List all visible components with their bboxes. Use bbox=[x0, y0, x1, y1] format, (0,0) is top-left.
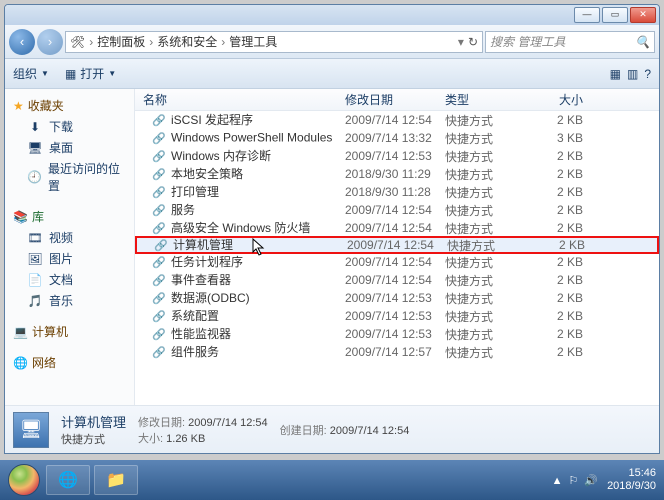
file-row[interactable]: 🔗性能监视器2009/7/14 12:53快捷方式2 KB bbox=[135, 325, 659, 343]
details-type: 快捷方式 bbox=[61, 431, 126, 447]
file-row[interactable]: 🔗高级安全 Windows 防火墙2009/7/14 12:54快捷方式2 KB bbox=[135, 219, 659, 237]
file-row[interactable]: 🔗iSCSI 发起程序2009/7/14 12:54快捷方式2 KB bbox=[135, 111, 659, 129]
shortcut-icon: 🔗 bbox=[151, 203, 167, 219]
file-row[interactable]: 🔗本地安全策略2018/9/30 11:29快捷方式2 KB bbox=[135, 165, 659, 183]
minimize-button[interactable]: — bbox=[574, 7, 600, 23]
help-icon[interactable]: ? bbox=[644, 67, 651, 81]
tray-icon[interactable]: 🔊 bbox=[584, 475, 598, 487]
nav-tree[interactable]: ★收藏夹 ⬇下载🖥桌面🕘最近访问的位置 📚库 🎞视频🖼图片📄文档🎵音乐 💻计算机… bbox=[5, 89, 135, 405]
tree-item[interactable]: 📄文档 bbox=[9, 269, 130, 290]
col-size[interactable]: 大小 bbox=[535, 91, 595, 108]
tree-item[interactable]: 🎵音乐 bbox=[9, 290, 130, 311]
explorer-window: — ▭ ✕ ‹ › 🛠 › 控制面板 › 系统和安全 › 管理工具 ▾ ↻ 搜索… bbox=[4, 4, 660, 454]
view-options-icon[interactable]: ▦ bbox=[610, 67, 621, 81]
col-name[interactable]: 名称 bbox=[135, 91, 345, 108]
details-filename: 计算机管理 bbox=[61, 412, 126, 431]
col-date[interactable]: 修改日期 bbox=[345, 91, 445, 108]
file-row[interactable]: 🔗服务2009/7/14 12:54快捷方式2 KB bbox=[135, 201, 659, 219]
taskbar-explorer[interactable]: 📁 bbox=[94, 465, 138, 495]
tree-item[interactable]: ⬇下载 bbox=[9, 116, 130, 137]
file-list: 名称 修改日期 类型 大小 🔗iSCSI 发起程序2009/7/14 12:54… bbox=[135, 89, 659, 405]
shortcut-icon: 🔗 bbox=[151, 345, 167, 361]
shortcut-icon: 🔗 bbox=[151, 221, 167, 237]
navbar: ‹ › 🛠 › 控制面板 › 系统和安全 › 管理工具 ▾ ↻ 搜索 管理工具 … bbox=[5, 25, 659, 59]
mouse-cursor-icon bbox=[252, 238, 266, 256]
file-row[interactable]: 🔗事件查看器2009/7/14 12:54快捷方式2 KB bbox=[135, 271, 659, 289]
shortcut-icon: 🔗 bbox=[153, 238, 169, 254]
file-row[interactable]: 🔗组件服务2009/7/14 12:57快捷方式2 KB bbox=[135, 343, 659, 361]
col-type[interactable]: 类型 bbox=[445, 91, 535, 108]
search-icon: 🔍 bbox=[635, 35, 650, 49]
tree-computer[interactable]: 💻计算机 bbox=[9, 321, 130, 342]
shortcut-icon: 🔗 bbox=[151, 327, 167, 343]
titlebar[interactable]: — ▭ ✕ bbox=[5, 5, 659, 25]
file-row[interactable]: 🔗Windows 内存诊断2009/7/14 12:53快捷方式2 KB bbox=[135, 147, 659, 165]
maximize-button[interactable]: ▭ bbox=[602, 7, 628, 23]
taskbar-ie[interactable]: 🌐 bbox=[46, 465, 90, 495]
nav-back-button[interactable]: ‹ bbox=[9, 29, 35, 55]
search-input[interactable]: 搜索 管理工具 🔍 bbox=[485, 31, 655, 53]
file-row[interactable]: 🔗打印管理2018/9/30 11:28快捷方式2 KB bbox=[135, 183, 659, 201]
tray-icon[interactable]: ⚐ bbox=[568, 475, 578, 487]
file-row[interactable]: 🔗系统配置2009/7/14 12:53快捷方式2 KB bbox=[135, 307, 659, 325]
shortcut-icon: 🔗 bbox=[151, 309, 167, 325]
open-button[interactable]: ▦打开▼ bbox=[65, 65, 116, 82]
system-tray[interactable]: ▲ ⚐ 🔊 15:462018/9/30 bbox=[549, 467, 660, 493]
file-row[interactable]: 🔗计算机管理2009/7/14 12:54快捷方式2 KB bbox=[135, 236, 659, 254]
explorer-body: ★收藏夹 ⬇下载🖥桌面🕘最近访问的位置 📚库 🎞视频🖼图片📄文档🎵音乐 💻计算机… bbox=[5, 89, 659, 405]
tree-item[interactable]: 🎞视频 bbox=[9, 227, 130, 248]
tree-libraries-header[interactable]: 📚库 bbox=[9, 206, 130, 227]
breadcrumb[interactable]: 🛠 › 控制面板 › 系统和安全 › 管理工具 ▾ ↻ bbox=[65, 31, 483, 53]
windows-orb-icon bbox=[8, 464, 40, 496]
file-row[interactable]: 🔗任务计划程序2009/7/14 12:54快捷方式2 KB bbox=[135, 253, 659, 271]
shortcut-icon: 🔗 bbox=[151, 185, 167, 201]
shortcut-icon: 🔗 bbox=[151, 291, 167, 307]
tree-item[interactable]: 🕘最近访问的位置 bbox=[9, 158, 130, 196]
taskbar-clock[interactable]: 15:462018/9/30 bbox=[607, 467, 656, 493]
shortcut-icon: 🔗 bbox=[151, 167, 167, 183]
breadcrumb-seg[interactable]: 系统和安全 bbox=[157, 33, 217, 50]
breadcrumb-seg[interactable]: 管理工具 bbox=[229, 33, 277, 50]
shortcut-icon: 🔗 bbox=[151, 113, 167, 129]
shortcut-icon: 🔗 bbox=[151, 273, 167, 289]
start-button[interactable] bbox=[4, 460, 44, 500]
refresh-icon[interactable]: ↻ bbox=[468, 35, 478, 49]
file-row[interactable]: 🔗数据源(ODBC)2009/7/14 12:53快捷方式2 KB bbox=[135, 289, 659, 307]
toolbar: 组织▼ ▦打开▼ ▦ ▥ ? bbox=[5, 59, 659, 89]
details-file-icon: 🖥 bbox=[13, 412, 49, 448]
organize-menu[interactable]: 组织▼ bbox=[13, 65, 49, 82]
tree-network[interactable]: 🌐网络 bbox=[9, 352, 130, 373]
tray-icon[interactable]: ▲ bbox=[552, 475, 563, 487]
nav-forward-button[interactable]: › bbox=[37, 29, 63, 55]
column-headers[interactable]: 名称 修改日期 类型 大小 bbox=[135, 89, 659, 111]
details-pane: 🖥 计算机管理 快捷方式 修改日期: 2009/7/14 12:54 大小: 1… bbox=[5, 405, 659, 453]
file-row[interactable]: 🔗Windows PowerShell Modules2009/7/14 13:… bbox=[135, 129, 659, 147]
taskbar[interactable]: 🌐 📁 ▲ ⚐ 🔊 15:462018/9/30 bbox=[0, 460, 664, 500]
shortcut-icon: 🔗 bbox=[151, 130, 167, 146]
close-button[interactable]: ✕ bbox=[630, 7, 656, 23]
tree-favorites-header[interactable]: ★收藏夹 bbox=[9, 95, 130, 116]
preview-pane-icon[interactable]: ▥ bbox=[627, 67, 638, 81]
breadcrumb-icon: 🛠 bbox=[70, 35, 85, 49]
shortcut-icon: 🔗 bbox=[151, 255, 167, 271]
breadcrumb-seg[interactable]: 控制面板 bbox=[97, 33, 145, 50]
tree-item[interactable]: 🖥桌面 bbox=[9, 137, 130, 158]
tree-item[interactable]: 🖼图片 bbox=[9, 248, 130, 269]
shortcut-icon: 🔗 bbox=[151, 149, 167, 165]
